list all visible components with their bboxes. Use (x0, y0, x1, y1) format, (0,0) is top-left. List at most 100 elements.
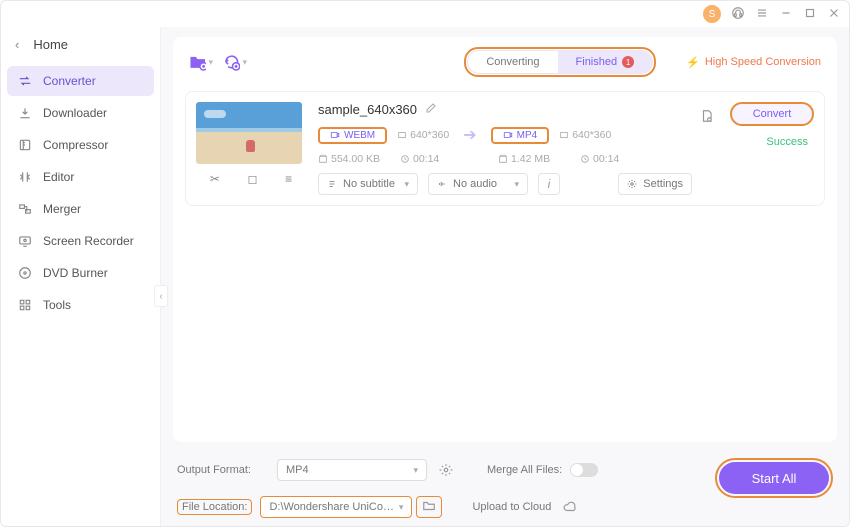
sidebar-item-tools[interactable]: Tools (7, 290, 154, 320)
tab-label: Finished (576, 56, 618, 68)
settings-label: Settings (643, 178, 683, 190)
chevron-down-icon: ▾ (242, 57, 247, 68)
target-format-badge[interactable]: MP4 (491, 127, 550, 144)
tab-finished[interactable]: Finished 1 (558, 51, 653, 73)
file-location-highlight: D:\Wondershare UniConverter 1 ▾ (260, 496, 412, 518)
file-name: sample_640x360 (318, 102, 417, 117)
add-url-button[interactable]: ▾ (223, 50, 247, 74)
edit-name-icon[interactable] (425, 102, 437, 117)
target-duration: 00:14 (580, 153, 632, 165)
info-button[interactable]: i (538, 173, 560, 195)
user-avatar[interactable]: S (703, 5, 721, 23)
app-window: S ‹ Home Converter Downloader (0, 0, 850, 527)
output-format-label: Output Format: (177, 464, 269, 476)
minimize-button[interactable] (779, 6, 793, 23)
maximize-button[interactable] (803, 6, 817, 23)
tab-label: Converting (486, 56, 539, 68)
tab-converting[interactable]: Converting (468, 51, 557, 73)
output-format-select[interactable]: MP4 ▾ (277, 459, 427, 481)
sidebar-item-dvd-burner[interactable]: DVD Burner (7, 258, 154, 288)
file-row: ✂ ◻ ≡ sample_640x360 WEBM 640*360 (185, 91, 825, 206)
sidebar-label: Editor (43, 170, 74, 184)
close-button[interactable] (827, 6, 841, 23)
output-settings-icon[interactable] (435, 459, 457, 481)
recorder-icon (17, 234, 33, 248)
trim-icon[interactable]: ✂ (206, 170, 224, 188)
cloud-icon[interactable] (559, 496, 581, 518)
avatar-initial: S (709, 9, 716, 20)
sidebar-label: Screen Recorder (43, 234, 134, 248)
video-thumbnail[interactable] (196, 102, 302, 164)
sidebar: ‹ Home Converter Downloader Compressor (1, 27, 161, 526)
finished-count-badge: 1 (622, 56, 634, 68)
audio-select[interactable]: No audio ▾ (428, 173, 528, 195)
sidebar-item-editor[interactable]: Editor (7, 162, 154, 192)
bolt-icon: ⚡ (686, 56, 700, 69)
sidebar-item-merger[interactable]: Merger (7, 194, 154, 224)
convert-label: Convert (753, 108, 792, 120)
source-duration: 00:14 (400, 153, 452, 165)
tools-icon (17, 298, 33, 312)
chevron-left-icon: ‹ (15, 37, 19, 52)
start-all-label: Start All (752, 471, 797, 486)
output-format-value: MP4 (286, 464, 309, 476)
high-speed-label: High Speed Conversion (705, 56, 821, 68)
empty-area (173, 212, 837, 442)
download-icon (17, 106, 33, 120)
settings-button[interactable]: Settings (618, 173, 692, 195)
audio-value: No audio (453, 178, 497, 190)
home-link[interactable]: ‹ Home (1, 27, 160, 66)
convert-button[interactable]: Convert (730, 102, 814, 126)
source-format-badge[interactable]: WEBM (318, 127, 387, 144)
start-all-button[interactable]: Start All (719, 462, 829, 494)
add-file-button[interactable]: ▾ (189, 50, 213, 74)
chevron-down-icon: ▾ (399, 502, 404, 513)
merge-toggle[interactable] (570, 463, 598, 477)
sidebar-item-downloader[interactable]: Downloader (7, 98, 154, 128)
file-location-value: D:\Wondershare UniConverter 1 (269, 501, 398, 513)
open-folder-highlight (416, 496, 442, 518)
source-dimensions: 640*360 (397, 129, 449, 141)
dvd-icon (17, 266, 33, 280)
target-dimensions: 640*360 (559, 129, 611, 141)
subtitle-select[interactable]: No subtitle ▾ (318, 173, 418, 195)
sidebar-item-converter[interactable]: Converter (7, 66, 154, 96)
source-size: 554.00 KB (318, 153, 390, 165)
collapse-sidebar-button[interactable]: ‹ (154, 285, 168, 307)
sidebar-label: Compressor (43, 138, 108, 152)
sidebar-label: Downloader (43, 106, 107, 120)
sidebar-label: Merger (43, 202, 81, 216)
effects-icon[interactable]: ≡ (281, 170, 296, 188)
title-bar: S (1, 1, 849, 27)
status-text: Success (766, 136, 808, 148)
chevron-down-icon: ▾ (413, 465, 418, 476)
upload-cloud-label: Upload to Cloud (472, 501, 551, 513)
support-icon[interactable] (731, 6, 745, 23)
sidebar-item-screen-recorder[interactable]: Screen Recorder (7, 226, 154, 256)
sidebar-label: DVD Burner (43, 266, 108, 280)
file-location-select[interactable]: D:\Wondershare UniConverter 1 ▾ (261, 497, 411, 517)
home-label: Home (33, 37, 68, 52)
sidebar-label: Converter (43, 74, 96, 88)
merger-icon (17, 202, 33, 216)
card-header: ▾ ▾ Converting Finished 1 (173, 37, 837, 85)
editor-icon (17, 170, 33, 184)
menu-icon[interactable] (755, 6, 769, 23)
thumbnail-tools: ✂ ◻ ≡ (196, 170, 306, 188)
converter-icon (17, 74, 33, 88)
open-folder-button[interactable] (421, 498, 437, 514)
tab-segmented-control: Converting Finished 1 (467, 50, 653, 74)
compressor-icon (17, 138, 33, 152)
crop-icon[interactable]: ◻ (244, 170, 262, 188)
file-settings-icon[interactable] (700, 109, 714, 126)
high-speed-link[interactable]: ⚡ High Speed Conversion (686, 56, 821, 69)
start-all-highlight: Start All (715, 458, 833, 498)
tab-finished-highlight: Converting Finished 1 (464, 47, 656, 77)
chevron-down-icon: ▾ (208, 57, 213, 68)
footer-bar: Output Format: MP4 ▾ Merge All Files: St… (173, 442, 837, 520)
subtitle-value: No subtitle (343, 178, 395, 190)
sidebar-item-compressor[interactable]: Compressor (7, 130, 154, 160)
chevron-down-icon: ▾ (514, 179, 519, 190)
sidebar-label: Tools (43, 298, 71, 312)
chevron-down-icon: ▾ (404, 179, 409, 190)
